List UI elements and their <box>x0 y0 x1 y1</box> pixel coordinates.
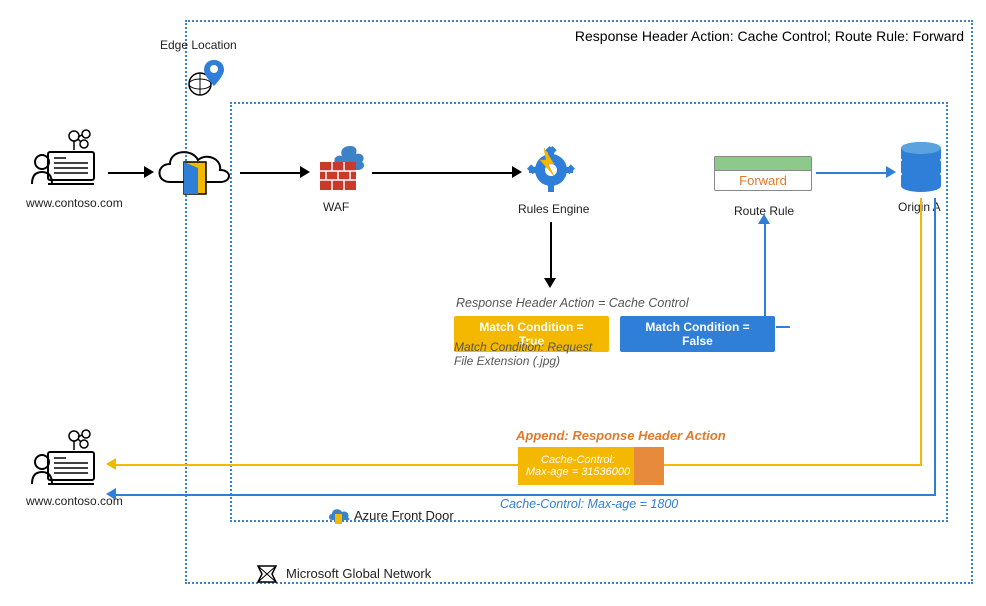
origin-a-icon <box>898 140 944 199</box>
global-network-label: Microsoft Global Network <box>286 566 431 581</box>
arrow-client-cloud <box>108 172 144 174</box>
client-top-icon <box>26 128 104 193</box>
front-door-icon <box>150 138 236 207</box>
forward-label: Forward <box>715 171 811 190</box>
waf-label: WAF <box>323 200 349 214</box>
waf-icon <box>312 140 370 201</box>
cache-line1: Cache-Control: <box>541 454 615 466</box>
return-blue-h <box>116 494 936 496</box>
azure-front-door-icon <box>326 504 350 531</box>
route-rule-box: Forward <box>714 156 812 191</box>
rules-engine-icon <box>524 142 578 199</box>
arrow-false-up <box>764 224 766 324</box>
rules-engine-label: Rules Engine <box>518 202 589 216</box>
return-blue-text: Cache-Control: Max-age = 1800 <box>500 497 678 511</box>
global-network-icon <box>254 562 280 591</box>
edge-location-label: Edge Location <box>160 38 237 52</box>
response-header-action-text: Response Header Action = Cache Control <box>456 296 689 310</box>
match-false-pill: Match Condition = False <box>620 316 775 352</box>
append-title: Append: Response Header Action <box>516 428 726 443</box>
return-yellow-v <box>920 198 922 466</box>
globe-pin-icon <box>186 56 224 103</box>
return-blue-v <box>934 198 936 496</box>
return-yellow-h2 <box>116 464 520 466</box>
arrow-false-route-h <box>776 326 790 328</box>
client-top-label: www.contoso.com <box>26 196 123 210</box>
cache-line2: Max-age = 31536000 <box>526 466 630 478</box>
arrow-waf-rules <box>372 172 512 174</box>
header-title: Response Header Action: Cache Control; R… <box>575 28 964 44</box>
arrow-route-origin <box>816 172 886 174</box>
arrow-cloud-waf <box>240 172 300 174</box>
return-yellow-h1 <box>664 464 922 466</box>
cache-control-yellow-box: Cache-Control: Max-age = 31536000 <box>518 447 638 485</box>
append-orange-box <box>634 447 664 485</box>
match-condition-note: Match Condition: Request File Extension … <box>454 340 614 368</box>
azure-front-door-label: Azure Front Door <box>354 508 454 523</box>
client-bottom-icon <box>26 428 104 493</box>
arrow-rules-down <box>550 222 552 278</box>
